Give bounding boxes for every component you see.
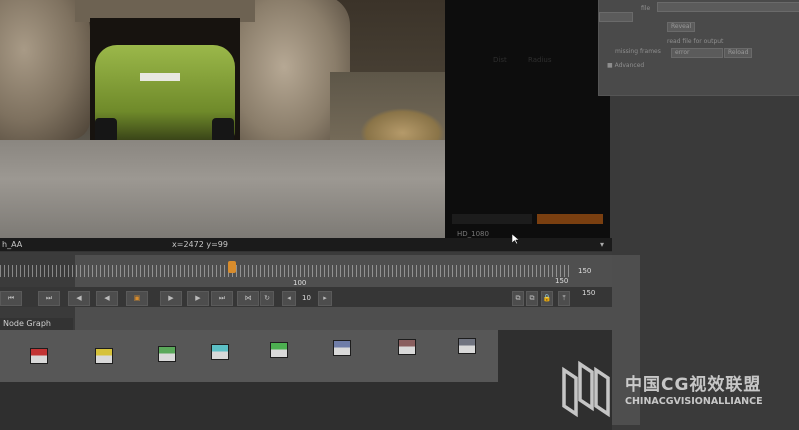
viewer-node-name: h_AA — [2, 240, 23, 249]
properties-panel: file Reveal read file for output missing… — [598, 0, 799, 96]
viewer-dark-area: Dist Radius — [445, 0, 610, 238]
missing-frames-label: missing frames — [615, 48, 661, 55]
export-icon[interactable]: ⤒ — [558, 291, 570, 306]
prev-key-button[interactable]: ⏭ — [38, 291, 60, 306]
node-tile[interactable] — [458, 338, 476, 354]
advanced-text: Advanced — [614, 62, 645, 69]
play-button[interactable]: ▶ — [160, 291, 182, 306]
image-ground — [0, 140, 445, 238]
watermark-cn: 中国CG视效联盟 — [625, 375, 762, 395]
lock-icon[interactable]: 🔒 — [541, 291, 553, 306]
advanced-label: ■ Advanced — [607, 62, 645, 69]
format-label: HD_1080 — [457, 230, 489, 238]
bounce-icon[interactable]: ↻ — [260, 291, 274, 306]
play-back-button[interactable]: ◀ — [96, 291, 118, 306]
loop-button[interactable]: ⋈ — [237, 291, 259, 306]
step-back-button[interactable]: ◀ — [68, 291, 90, 306]
in-marker-icon[interactable]: ⧉ — [512, 291, 524, 306]
props-field[interactable] — [599, 12, 633, 22]
node-tile[interactable] — [30, 348, 48, 364]
step-value[interactable]: 10 — [302, 294, 311, 302]
step-down-button[interactable]: ◂ — [282, 291, 296, 306]
node-tile[interactable] — [95, 348, 113, 364]
node-tile[interactable] — [270, 342, 288, 358]
node-tile[interactable] — [333, 340, 351, 356]
dark-label: Dist — [493, 56, 507, 64]
node-tile[interactable] — [158, 346, 176, 362]
reload-button[interactable]: Reload — [724, 48, 753, 58]
viewer-image[interactable] — [0, 0, 445, 238]
cursor-icon — [512, 234, 520, 244]
dark-label: Radius — [528, 56, 552, 64]
node-graph-strip — [0, 330, 498, 382]
frame-current: 100 — [293, 279, 307, 287]
watermark-logo-icon — [562, 360, 610, 418]
viewer-coords: x=2472 y=99 — [172, 240, 228, 249]
file-input[interactable] — [657, 2, 799, 12]
tab-node-graph[interactable]: Node Graph — [0, 318, 73, 330]
format-field[interactable] — [452, 214, 532, 224]
step-forward-button[interactable]: ▶ — [187, 291, 209, 306]
dropdown-arrow-icon[interactable]: ▾ — [600, 240, 604, 249]
timeline-ruler[interactable] — [0, 265, 570, 277]
watermark-en: CHINACGVISIONALLIANCE — [625, 396, 763, 407]
frame-end-top: 150 — [578, 267, 592, 275]
frame-end-bottom: 150 — [555, 277, 569, 285]
playhead-marker[interactable] — [228, 261, 236, 273]
next-key-button[interactable]: ⏭ — [211, 291, 233, 306]
read-file-label: read file for output — [667, 38, 724, 45]
reveal-button[interactable]: Reveal — [667, 22, 696, 32]
node-tile[interactable] — [398, 339, 416, 355]
missing-frames-select[interactable]: error — [671, 48, 723, 58]
viewer-info-bar: h_AA x=2472 y=99 ▾ — [0, 238, 612, 252]
image-plate — [140, 73, 180, 81]
frame-end-right: 150 — [582, 289, 596, 297]
node-tile[interactable] — [211, 344, 229, 360]
file-label: file — [641, 5, 651, 12]
out-marker-icon[interactable]: ⧉ — [526, 291, 538, 306]
step-up-button[interactable]: ▸ — [318, 291, 332, 306]
stop-button[interactable]: ▣ — [126, 291, 148, 306]
highlight-field[interactable] — [537, 214, 603, 224]
skip-start-button[interactable]: ⏮ — [0, 291, 22, 306]
